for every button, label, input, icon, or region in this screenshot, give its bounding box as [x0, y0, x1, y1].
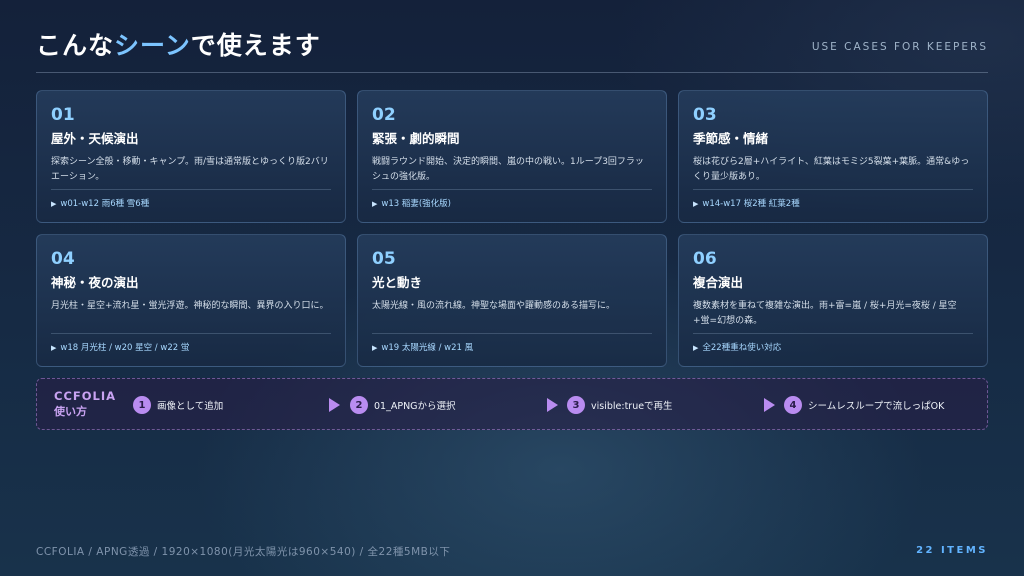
use-case-card-03: 03 季節感・情緒 桜は花びら2層+ハイライト、紅葉はモミジ5裂葉+葉脈。通常&…	[678, 90, 988, 223]
card-tag: ▶ w14-w17 桜2種 紅葉2種	[693, 197, 800, 209]
card-tag: ▶ w01-w12 雨6種 雪6種	[51, 197, 149, 209]
use-case-card-01: 01 屋外・天候演出 探索シーン全般・移動・キャンプ。雨/雪は通常版とゆっくり版…	[36, 90, 346, 223]
card-title: 複合演出	[693, 275, 744, 290]
card-title: 季節感・情緒	[693, 131, 769, 146]
card-description: 太陽光線・風の流れ線。神聖な場面や躍動感のある描写に。	[372, 301, 616, 311]
card-tag-text: w14-w17 桜2種 紅葉2種	[702, 199, 800, 209]
card-tag: ▶ w18 月光柱 / w20 星空 / w22 蛍	[51, 341, 189, 353]
triangle-right-icon: ▶	[693, 344, 699, 352]
usage-step-1: 1 画像として追加	[133, 395, 223, 415]
header-divider	[36, 72, 988, 73]
step-text: visible:trueで再生	[591, 401, 673, 412]
card-divider	[372, 189, 652, 190]
triangle-right-icon: ▶	[372, 344, 378, 352]
header: こんなシーンで使えます USE CASES FOR KEEPERS	[36, 26, 988, 74]
step-text: 画像として追加	[157, 401, 224, 412]
step-number-badge: 4	[784, 396, 802, 414]
footer-spec-text: CCFOLIA / APNG透過 / 1920×1080(月光太陽光は960×5…	[36, 546, 451, 558]
triangle-right-icon: ▶	[372, 200, 378, 208]
card-number: 01	[51, 105, 75, 125]
page-title: こんなシーンで使えます	[36, 26, 321, 62]
title-accent: シーン	[114, 31, 191, 60]
use-case-card-06: 06 複合演出 複数素材を重ねて複雑な演出。雨+雷=嵐 / 桜+月光=夜桜 / …	[678, 234, 988, 367]
card-tag-text: w18 月光柱 / w20 星空 / w22 蛍	[60, 343, 190, 353]
card-number: 02	[372, 105, 396, 125]
card-description: 複数素材を重ねて複雑な演出。雨+雷=嵐 / 桜+月光=夜桜 / 星空+蛍=幻想の…	[693, 301, 957, 326]
title-pre: こんな	[36, 31, 115, 60]
card-description: 月光柱・星空+流れ星・蛍光浮遊。神秘的な瞬間、異界の入り口に。	[51, 301, 329, 311]
card-number: 04	[51, 249, 75, 269]
play-arrow-icon	[329, 398, 340, 412]
card-divider	[693, 333, 973, 334]
usage-panel: CCFOLIA 使い方 1 画像として追加 2 01_APNGから選択 3 vi…	[36, 378, 988, 430]
usage-label-howto: 使い方	[54, 405, 87, 418]
card-title: 屋外・天候演出	[51, 131, 139, 146]
step-number-badge: 1	[133, 396, 151, 414]
card-tag-text: w01-w12 雨6種 雪6種	[60, 199, 150, 209]
card-title: 光と動き	[372, 275, 423, 290]
card-tag-text: w19 太陽光線 / w21 風	[381, 343, 474, 353]
play-arrow-icon	[547, 398, 558, 412]
page-subtitle: USE CASES FOR KEEPERS	[811, 41, 988, 53]
card-title: 緊張・劇的瞬間	[372, 131, 460, 146]
triangle-right-icon: ▶	[693, 200, 699, 208]
usage-label-app: CCFOLIA	[54, 389, 117, 403]
card-description: 戦闘ラウンド開始、決定的瞬間、嵐の中の戦い。1ループ3回フラッシュの強化版。	[372, 157, 644, 182]
play-arrow-icon	[764, 398, 775, 412]
step-number-badge: 2	[350, 396, 368, 414]
card-tag: ▶ w13 稲妻(強化版)	[372, 197, 451, 209]
card-number: 06	[693, 249, 717, 269]
triangle-right-icon: ▶	[51, 344, 57, 352]
title-post: で使えます	[190, 31, 321, 60]
use-case-card-05: 05 光と動き 太陽光線・風の流れ線。神聖な場面や躍動感のある描写に。 ▶ w19…	[357, 234, 667, 367]
card-tag-text: w13 稲妻(強化版)	[381, 199, 451, 209]
card-description: 探索シーン全般・移動・キャンプ。雨/雪は通常版とゆっくり版2バリエーション。	[51, 157, 329, 182]
usage-label: CCFOLIA 使い方	[54, 388, 116, 420]
card-divider	[693, 189, 973, 190]
usage-step-3: 3 visible:trueで再生	[567, 395, 673, 415]
card-tag: ▶ w19 太陽光線 / w21 風	[372, 341, 473, 353]
card-divider	[372, 333, 652, 334]
card-number: 05	[372, 249, 396, 269]
footer-item-count: 22 ITEMS	[916, 545, 988, 556]
step-number-badge: 3	[567, 396, 585, 414]
use-case-card-04: 04 神秘・夜の演出 月光柱・星空+流れ星・蛍光浮遊。神秘的な瞬間、異界の入り口…	[36, 234, 346, 367]
step-text: シームレスループで流しっぱOK	[808, 401, 945, 412]
card-tag-text: 全22種重ね使い対応	[702, 343, 782, 353]
card-description: 桜は花びら2層+ハイライト、紅葉はモミジ5裂葉+葉脈。通常&ゆっくり量少版あり。	[693, 157, 970, 182]
card-tag: ▶ 全22種重ね使い対応	[693, 341, 781, 353]
use-case-grid: 01 屋外・天候演出 探索シーン全般・移動・キャンプ。雨/雪は通常版とゆっくり版…	[36, 90, 988, 367]
triangle-right-icon: ▶	[51, 200, 57, 208]
usage-step-2: 2 01_APNGから選択	[350, 395, 456, 415]
card-divider	[51, 189, 331, 190]
use-case-card-02: 02 緊張・劇的瞬間 戦闘ラウンド開始、決定的瞬間、嵐の中の戦い。1ループ3回フ…	[357, 90, 667, 223]
card-title: 神秘・夜の演出	[51, 275, 139, 290]
card-number: 03	[693, 105, 717, 125]
card-divider	[51, 333, 331, 334]
usage-step-4: 4 シームレスループで流しっぱOK	[784, 395, 944, 415]
step-text: 01_APNGから選択	[374, 401, 456, 412]
